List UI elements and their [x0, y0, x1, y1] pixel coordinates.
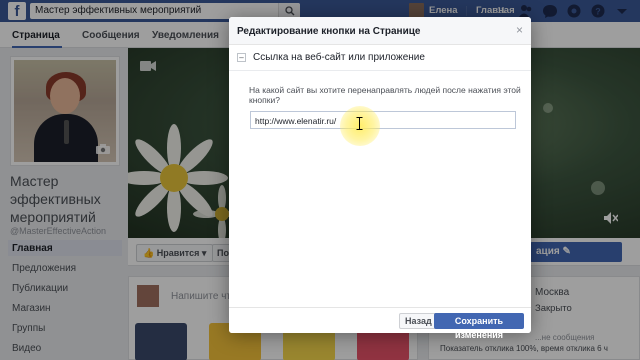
back-button[interactable]: Назад: [399, 313, 438, 329]
link-option-row[interactable]: – Ссылка на веб-сайт или приложение: [229, 45, 531, 71]
link-option-label: Ссылка на веб-сайт или приложение: [253, 52, 425, 63]
dialog-header: Редактирование кнопки на Странице ×: [229, 17, 531, 45]
website-url-field[interactable]: http://www.elenatir.ru/: [250, 111, 516, 129]
collapse-toggle-icon[interactable]: –: [237, 53, 246, 62]
save-changes-button[interactable]: Сохранить изменения: [434, 313, 524, 340]
redirect-question: На какой сайт вы хотите перенаправлять л…: [249, 85, 521, 105]
close-icon[interactable]: ×: [516, 23, 523, 37]
text-cursor-icon: [356, 117, 363, 130]
edit-button-dialog: Редактирование кнопки на Странице × – Сс…: [229, 17, 531, 340]
dialog-title: Редактирование кнопки на Странице: [237, 26, 421, 37]
dialog-footer: Назад Сохранить изменения: [229, 307, 531, 340]
